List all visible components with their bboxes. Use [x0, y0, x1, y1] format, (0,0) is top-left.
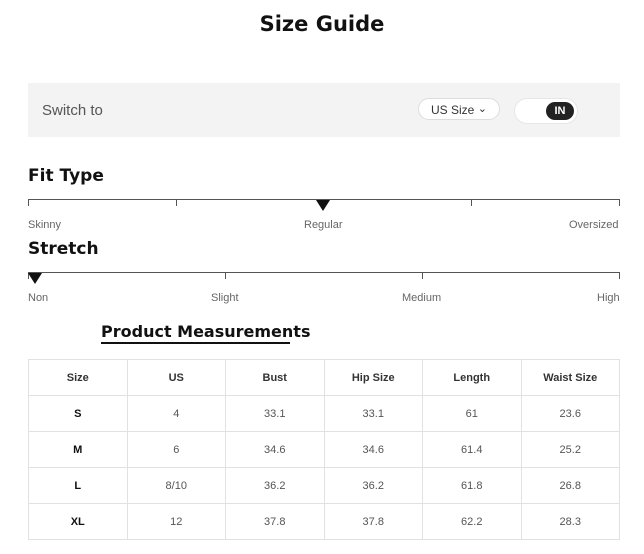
table-row: L 8/10 36.2 36.2 61.8 26.8: [28, 467, 620, 504]
table-row: S 4 33.1 33.1 61 23.6: [28, 395, 620, 432]
column-header: Waist Size: [520, 359, 620, 396]
unit-toggle[interactable]: IN: [514, 98, 578, 124]
table-cell: XL: [28, 503, 128, 540]
column-header: Bust: [225, 359, 325, 396]
table-cell: S: [28, 395, 128, 432]
fit-type-tick: [28, 199, 29, 206]
table-cell: 33.1: [323, 395, 423, 432]
stretch-label-slight: Slight: [211, 292, 239, 304]
fit-type-heading: Fit Type: [28, 166, 104, 186]
table-cell: 28.3: [520, 503, 620, 540]
fit-type-marker-icon: [316, 200, 330, 211]
column-header: Size: [28, 359, 128, 396]
stretch-label-medium: Medium: [402, 292, 442, 304]
table-cell: 12: [126, 503, 226, 540]
table-cell: 34.6: [323, 431, 423, 468]
stretch-tick: [619, 272, 620, 279]
size-system-select[interactable]: US Size ⌄: [418, 98, 500, 120]
page-title: Size Guide: [259, 12, 385, 36]
fit-type-tick: [176, 199, 177, 206]
measurements-table: Size US Bust Hip Size Length Waist Size …: [28, 359, 620, 540]
table-cell: 6: [126, 431, 226, 468]
heading-underline: [101, 342, 290, 344]
switch-label: Switch to: [42, 102, 103, 119]
table-cell: 37.8: [323, 503, 423, 540]
table-header-row: Size US Bust Hip Size Length Waist Size: [28, 359, 620, 396]
stretch-tick: [422, 272, 423, 279]
fit-type-label-skinny: Skinny: [28, 219, 62, 231]
stretch-marker-icon: [28, 273, 42, 284]
fit-type-label-oversized: Oversized: [569, 219, 619, 231]
table-cell: 34.6: [225, 431, 325, 468]
table-cell: 61.4: [422, 431, 522, 468]
unit-toggle-knob: IN: [546, 102, 574, 120]
table-cell: 36.2: [225, 467, 325, 504]
stretch-label-high: High: [597, 292, 620, 304]
fit-type-tick: [619, 199, 620, 206]
unit-switch-bar: Switch to US Size ⌄ IN: [28, 83, 620, 137]
column-header: Length: [422, 359, 522, 396]
table-row: XL 12 37.8 37.8 62.2 28.3: [28, 503, 620, 540]
stretch-heading: Stretch: [28, 239, 99, 259]
table-cell: 37.8: [225, 503, 325, 540]
table-cell: 4: [126, 395, 226, 432]
table-row: M 6 34.6 34.6 61.4 25.2: [28, 431, 620, 468]
table-cell: 26.8: [520, 467, 620, 504]
table-cell: 61: [422, 395, 522, 432]
stretch-tick: [225, 272, 226, 279]
table-cell: M: [28, 431, 128, 468]
fit-type-label-regular: Regular: [304, 219, 343, 231]
table-cell: 33.1: [225, 395, 325, 432]
stretch-label-non: Non: [28, 292, 49, 304]
table-cell: 61.8: [422, 467, 522, 504]
table-cell: L: [28, 467, 128, 504]
table-cell: 36.2: [323, 467, 423, 504]
column-header: Hip Size: [323, 359, 423, 396]
chevron-down-icon: ⌄: [477, 103, 487, 115]
column-header: US: [126, 359, 226, 396]
table-cell: 25.2: [520, 431, 620, 468]
stretch-scale: [28, 272, 620, 273]
table-cell: 8/10: [126, 467, 226, 504]
table-cell: 62.2: [422, 503, 522, 540]
fit-type-tick: [471, 199, 472, 206]
product-measurements-heading: Product Measurements: [101, 322, 311, 341]
size-system-value: US Size: [431, 103, 475, 117]
table-cell: 23.6: [520, 395, 620, 432]
